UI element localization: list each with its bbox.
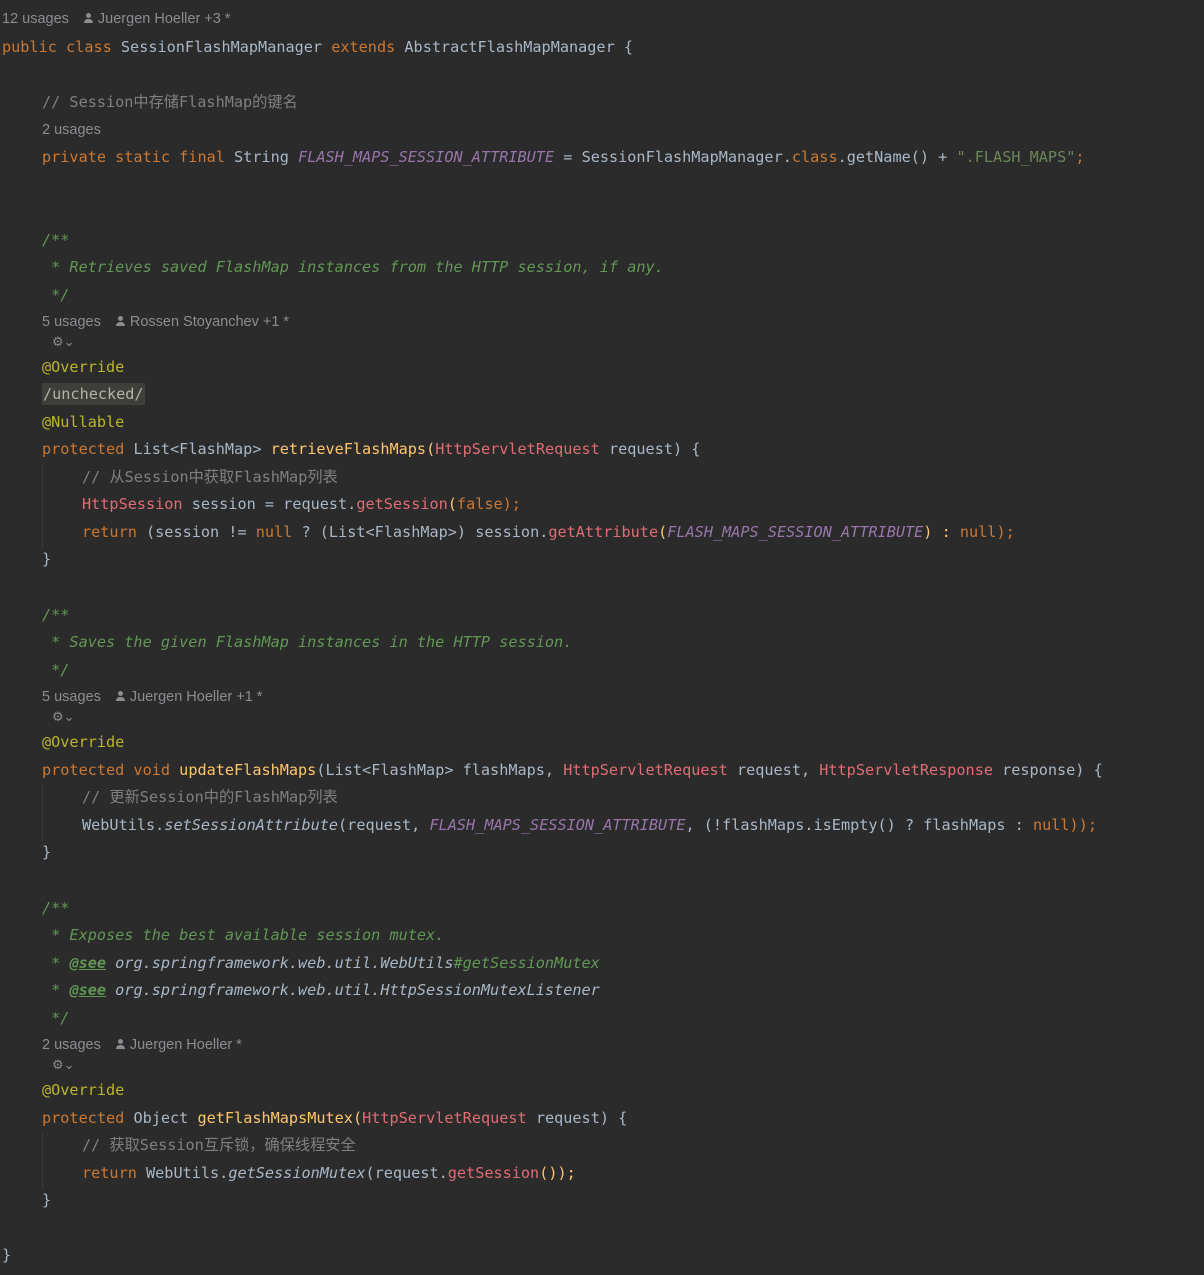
- override-gutter-icon[interactable]: ⚙⌄: [52, 710, 75, 726]
- javadoc: * Exposes the best available session mut…: [42, 926, 445, 944]
- javadoc: * Saves the given FlashMap instances in …: [42, 633, 573, 651]
- usages-hint[interactable]: 2 usages Juergen Hoeller *: [42, 1036, 242, 1054]
- javadoc-see: * @see org.springframework.web.util.Http…: [42, 981, 600, 999]
- closing-brace: }: [42, 1191, 52, 1209]
- javadoc: * Retrieves saved FlashMap instances fro…: [42, 258, 664, 276]
- code-comment: // 更新Session中的FlashMap列表: [82, 788, 338, 806]
- annotation: @Override: [42, 1081, 125, 1099]
- author-hint[interactable]: Juergen Hoeller *: [115, 1037, 242, 1053]
- field-declaration: private static final String FLASH_MAPS_S…: [42, 148, 1085, 166]
- override-gutter-icon[interactable]: ⚙⌄: [52, 1058, 75, 1074]
- override-gutter-icon[interactable]: ⚙⌄: [52, 335, 75, 351]
- person-icon: [115, 1039, 126, 1050]
- person-icon: [115, 691, 126, 702]
- annotation-highlighted: /unchecked/: [42, 383, 145, 405]
- field-comment: // Session中存储FlashMap的键名: [42, 93, 298, 111]
- code-line: return WebUtils.getSessionMutex(request.…: [82, 1164, 576, 1182]
- javadoc: */: [42, 1009, 70, 1027]
- method-signature: protected Object getFlashMapsMutex(HttpS…: [42, 1109, 628, 1127]
- method-signature: protected List<FlashMap> retrieveFlashMa…: [42, 440, 701, 458]
- usages-hint[interactable]: 2 usages: [42, 121, 101, 139]
- author-hint[interactable]: Juergen Hoeller +1 *: [115, 689, 262, 705]
- usages-hint[interactable]: 12 usages Juergen Hoeller +3 *: [2, 10, 231, 28]
- javadoc: /**: [42, 231, 70, 249]
- code-line: return (session != null ? (List<FlashMap…: [82, 523, 1015, 541]
- closing-brace: }: [42, 843, 52, 861]
- author-hint[interactable]: Juergen Hoeller +3 *: [83, 11, 231, 27]
- code-line: WebUtils.setSessionAttribute(request, FL…: [82, 816, 1097, 834]
- annotation: @Override: [42, 358, 125, 376]
- code-line: HttpSession session = request.getSession…: [82, 495, 521, 513]
- parent-class-name: AbstractFlashMapManager: [404, 38, 615, 56]
- annotation: @Nullable: [42, 413, 125, 431]
- person-icon: [83, 13, 94, 24]
- indent-guide: [42, 785, 43, 841]
- method-signature: protected void updateFlashMaps(List<Flas…: [42, 761, 1103, 779]
- annotation: @Override: [42, 733, 125, 751]
- javadoc: /**: [42, 899, 70, 917]
- person-icon: [115, 316, 126, 327]
- class-name: SessionFlashMapManager: [120, 38, 323, 56]
- usages-hint[interactable]: 5 usages Rossen Stoyanchev +1 *: [42, 313, 289, 331]
- javadoc-see: * @see org.springframework.web.util.WebU…: [42, 954, 600, 972]
- javadoc: /**: [42, 606, 70, 624]
- closing-brace: }: [42, 550, 52, 568]
- class-closing-brace: }: [2, 1246, 12, 1264]
- code-comment: // 从Session中获取FlashMap列表: [82, 468, 338, 486]
- javadoc: */: [42, 286, 70, 304]
- javadoc: */: [42, 661, 70, 679]
- code-editor[interactable]: 12 usages Juergen Hoeller +3 * public cla…: [0, 0, 1204, 1275]
- indent-guide: [42, 1133, 43, 1189]
- indent-guide: [42, 464, 43, 548]
- usages-hint[interactable]: 5 usages Juergen Hoeller +1 *: [42, 688, 262, 706]
- class-declaration: public class SessionFlashMapManager exte…: [2, 38, 634, 56]
- author-hint[interactable]: Rossen Stoyanchev +1 *: [115, 314, 289, 330]
- code-comment: // 获取Session互斥锁，确保线程安全: [82, 1136, 356, 1154]
